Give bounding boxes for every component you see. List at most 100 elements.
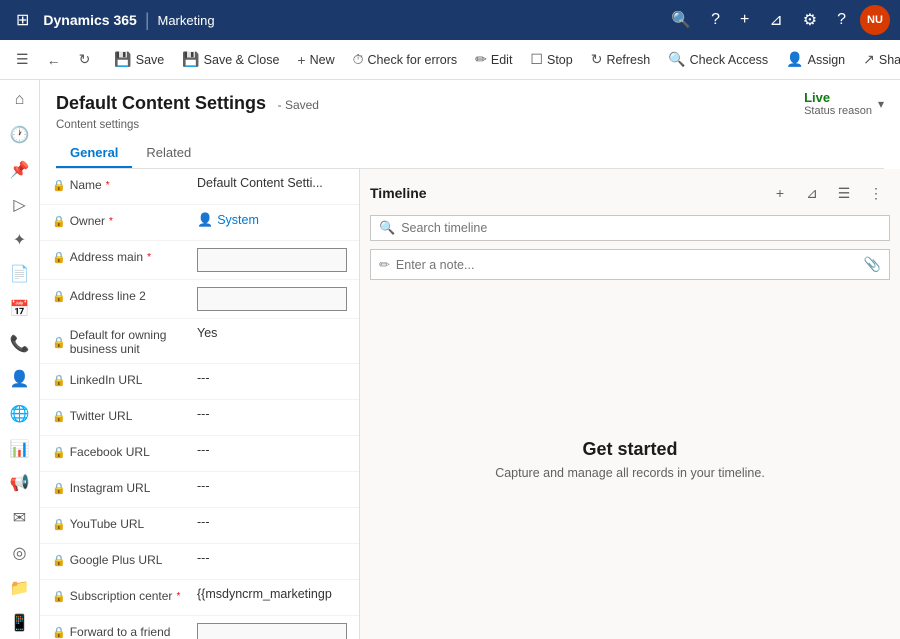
- stop-button[interactable]: ☐ Stop: [522, 47, 580, 72]
- filter-icon[interactable]: ⊿: [763, 6, 788, 34]
- field-row-name: 🔒 Name * Default Content Setti...: [40, 169, 359, 205]
- save-close-button[interactable]: 💾 Save & Close: [174, 47, 287, 72]
- title-area: Default Content Settings - Saved: [56, 93, 319, 114]
- timeline-search-input[interactable]: [401, 221, 881, 235]
- check-errors-button[interactable]: ⏱ Check for errors: [345, 47, 466, 72]
- settings-icon[interactable]: ⚙: [797, 6, 823, 34]
- question-icon[interactable]: ?: [831, 7, 852, 33]
- share-icon: ↗: [863, 51, 875, 68]
- person-icon: 👤: [197, 212, 213, 228]
- field-row-address-line2: 🔒 Address line 2: [40, 280, 359, 319]
- attachment-icon[interactable]: 📎: [864, 256, 881, 273]
- label-youtube: 🔒 YouTube URL: [52, 515, 197, 531]
- command-bar: ☰ ← ↻ 💾 Save 💾 Save & Close + New ⏱ Chec…: [0, 40, 900, 80]
- input-address-line2[interactable]: [197, 287, 347, 311]
- new-icon: +: [297, 52, 305, 68]
- field-row-owner: 🔒 Owner * 👤 System: [40, 205, 359, 241]
- main-layout: ⌂ 🕐 📌 ▷ ✦ 📄 📅 📞 👤 🌐 📊 📢 ✉ ◎ 📁 📱 Default …: [0, 80, 900, 639]
- value-facebook: ---: [197, 443, 347, 457]
- share-button[interactable]: ↗ Share: [855, 47, 900, 72]
- sidebar-item-home[interactable]: ⌂: [2, 84, 38, 117]
- stop-icon: ☐: [530, 51, 543, 68]
- value-owner[interactable]: 👤 System: [197, 212, 259, 228]
- timeline-more-icon[interactable]: ⋮: [862, 179, 890, 207]
- sidebar-item-mobile[interactable]: 📱: [2, 606, 38, 639]
- save-close-icon: 💾: [182, 51, 199, 68]
- field-row-linkedin: 🔒 LinkedIn URL ---: [40, 364, 359, 400]
- menu-button[interactable]: ☰: [8, 47, 37, 72]
- sidebar-item-campaigns[interactable]: 📢: [2, 467, 38, 500]
- timeline-search-bar: 🔍: [370, 215, 890, 241]
- value-default-owning: Yes: [197, 326, 347, 340]
- app-module: Marketing: [158, 13, 215, 28]
- sidebar-item-globe[interactable]: 🌐: [2, 397, 38, 430]
- lock-icon-name: 🔒: [52, 179, 66, 192]
- waffle-icon[interactable]: ⊞: [10, 6, 35, 34]
- timeline-add-icon[interactable]: +: [766, 179, 794, 207]
- app-brand: Dynamics 365: [43, 12, 136, 28]
- save-button[interactable]: 💾 Save: [106, 47, 172, 72]
- lock-icon-owner: 🔒: [52, 215, 66, 228]
- status-label: Status reason: [804, 105, 872, 117]
- sidebar-item-docs[interactable]: 📄: [2, 258, 38, 291]
- save-icon: 💾: [114, 51, 131, 68]
- tab-related[interactable]: Related: [132, 139, 205, 168]
- required-owner: *: [109, 216, 113, 227]
- sidebar-item-recent[interactable]: 🕐: [2, 119, 38, 152]
- refresh-button[interactable]: ↻ Refresh: [583, 47, 659, 72]
- timeline-actions: + ⊿ ☰ ⋮: [766, 179, 890, 207]
- status-section[interactable]: Live Status reason ▾: [804, 90, 884, 117]
- field-row-instagram: 🔒 Instagram URL ---: [40, 472, 359, 508]
- field-row-address-main: 🔒 Address main *: [40, 241, 359, 280]
- note-input-row: ✏ 📎: [370, 249, 890, 280]
- label-facebook: 🔒 Facebook URL: [52, 443, 197, 459]
- help-icon[interactable]: ?: [705, 7, 726, 33]
- sidebar-item-phone[interactable]: 📞: [2, 328, 38, 361]
- field-row-forward: 🔒 Forward to a friend: [40, 616, 359, 639]
- lock-icon-twitter: 🔒: [52, 410, 66, 423]
- field-row-googleplus: 🔒 Google Plus URL ---: [40, 544, 359, 580]
- lock-icon-youtube: 🔒: [52, 518, 66, 531]
- input-address-main[interactable]: [197, 248, 347, 272]
- sidebar-item-segments[interactable]: ◎: [2, 537, 38, 570]
- value-googleplus: ---: [197, 551, 347, 565]
- search-icon[interactable]: 🔍: [665, 6, 697, 34]
- refresh-page-icon: ↻: [79, 51, 91, 68]
- required-subscription: *: [176, 591, 180, 602]
- refresh-page-button[interactable]: ↻: [71, 47, 99, 72]
- tab-bar: General Related: [56, 139, 884, 169]
- sidebar-item-pinned[interactable]: 📌: [2, 154, 38, 187]
- sidebar-item-marketing[interactable]: ✦: [2, 223, 38, 256]
- field-row-subscription: 🔒 Subscription center * {{msdyncrm_marke…: [40, 580, 359, 616]
- back-button[interactable]: ←: [39, 48, 69, 72]
- sidebar-item-calendar[interactable]: 📅: [2, 293, 38, 326]
- timeline-header: Timeline + ⊿ ☰ ⋮: [370, 179, 890, 207]
- user-avatar[interactable]: NU: [860, 5, 890, 35]
- refresh-icon: ↻: [591, 51, 603, 68]
- sidebar-item-journeys[interactable]: ▷: [2, 188, 38, 221]
- lock-icon-linkedin: 🔒: [52, 374, 66, 387]
- timeline-view-icon[interactable]: ☰: [830, 179, 858, 207]
- sidebar-item-reports[interactable]: 📊: [2, 432, 38, 465]
- tab-general[interactable]: General: [56, 139, 132, 168]
- assign-button[interactable]: 👤 Assign: [778, 47, 853, 72]
- value-address-main: [197, 248, 347, 272]
- edit-button[interactable]: ✏ Edit: [467, 47, 520, 72]
- sidebar-item-email[interactable]: ✉: [2, 502, 38, 535]
- value-instagram: ---: [197, 479, 347, 493]
- check-access-button[interactable]: 🔍 Check Access: [660, 47, 776, 72]
- timeline-filter-icon[interactable]: ⊿: [798, 179, 826, 207]
- value-youtube: ---: [197, 515, 347, 529]
- label-subscription: 🔒 Subscription center *: [52, 587, 197, 603]
- form-panel: 🔒 Name * Default Content Setti... 🔒 Owne…: [40, 169, 360, 639]
- value-forward: [197, 623, 347, 639]
- new-record-icon[interactable]: +: [734, 7, 755, 33]
- new-button[interactable]: + New: [289, 48, 342, 72]
- note-input[interactable]: [396, 258, 858, 272]
- input-forward[interactable]: [197, 623, 347, 639]
- timeline-panel: Timeline + ⊿ ☰ ⋮ 🔍 ✏ 📎: [360, 169, 900, 639]
- sidebar-item-contacts[interactable]: 👤: [2, 363, 38, 396]
- sidebar-item-files[interactable]: 📁: [2, 571, 38, 604]
- check-access-icon: 🔍: [668, 51, 685, 68]
- hamburger-icon: ☰: [16, 51, 29, 68]
